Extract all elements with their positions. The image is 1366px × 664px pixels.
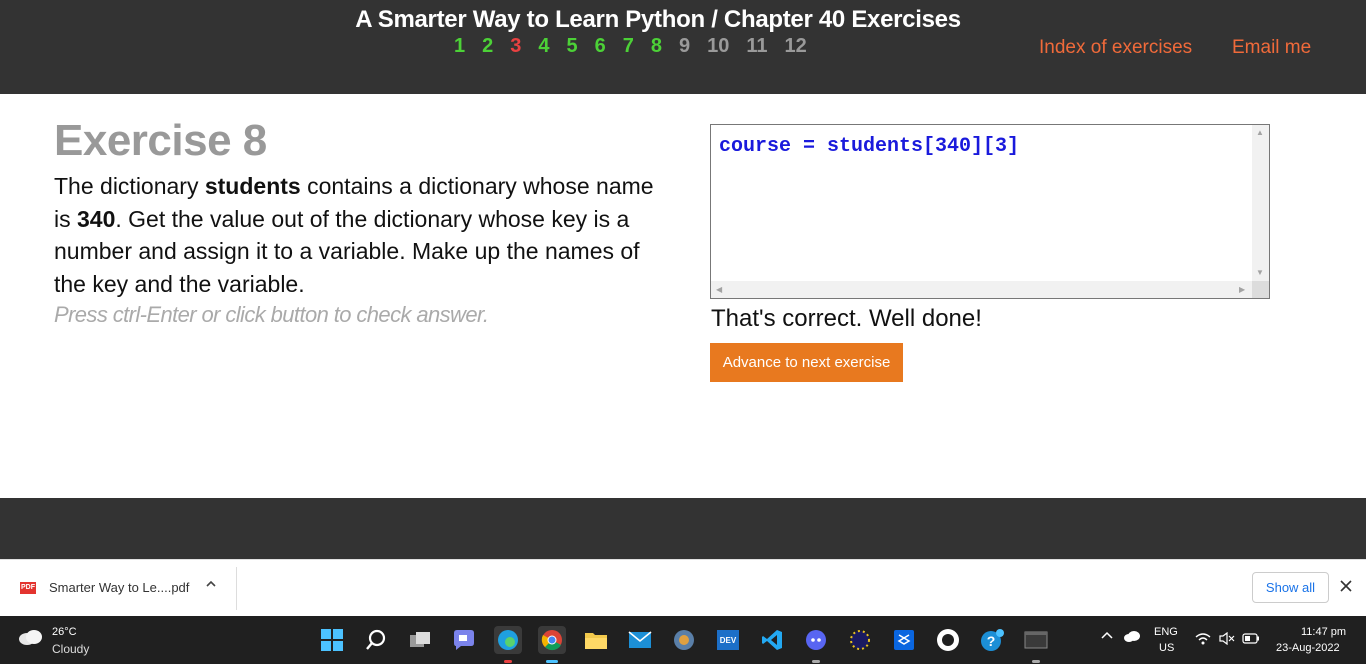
exercise-number-nav: 1 2 3 4 5 6 7 8 9 10 11 12 <box>454 35 824 58</box>
task-view-icon[interactable] <box>406 626 434 654</box>
pdf-file-icon: PDF <box>20 582 36 594</box>
terminal-active-indicator <box>1032 660 1040 663</box>
exercise-number-link[interactable]: 9 <box>679 35 690 58</box>
app-icon[interactable] <box>846 626 874 654</box>
exercise-number-link[interactable]: 12 <box>785 35 807 58</box>
search-icon[interactable] <box>362 626 390 654</box>
page-title-text: A Smarter Way to Learn Python / Chapter … <box>355 6 961 33</box>
exercise-number-link[interactable]: 1 <box>454 35 465 58</box>
exercise-number-link[interactable]: 5 <box>567 35 578 58</box>
clock-time[interactable]: 11:47 pm <box>1301 626 1346 638</box>
exercise-title: Exercise 8 <box>54 116 267 165</box>
page-title: A Smarter Way to Learn Python / Chapter … <box>0 6 1366 34</box>
email-me-link[interactable]: Email me <box>1232 37 1311 59</box>
exercise-number-link[interactable]: 2 <box>482 35 493 58</box>
chrome-icon[interactable] <box>538 626 566 654</box>
vertical-scrollbar[interactable]: ▲ ▼ <box>1252 125 1269 283</box>
svg-text:?: ? <box>987 633 996 649</box>
gallery-icon[interactable] <box>670 626 698 654</box>
horizontal-scrollbar[interactable]: ◀ ▶ <box>711 281 1252 298</box>
weather-temperature[interactable]: 26°C <box>52 626 77 638</box>
mail-icon[interactable] <box>626 626 654 654</box>
speaker-muted-icon[interactable] <box>1219 631 1235 648</box>
dev-icon[interactable]: DEV <box>714 626 742 654</box>
exercise-number-link[interactable]: 8 <box>651 35 662 58</box>
code-text[interactable]: course = students[340][3] <box>719 135 1019 158</box>
discord-icon[interactable] <box>802 626 830 654</box>
discord-active-indicator <box>812 660 820 663</box>
instruction-text: . Get the value out of the dictionary wh… <box>54 205 640 297</box>
teams-chat-icon[interactable] <box>450 626 478 654</box>
language-indicator[interactable]: ENG <box>1154 626 1178 638</box>
battery-icon[interactable] <box>1242 633 1260 647</box>
weather-description[interactable]: Cloudy <box>52 642 89 656</box>
cloud-icon[interactable] <box>18 629 44 645</box>
file-explorer-icon[interactable] <box>582 626 610 654</box>
start-icon[interactable] <box>318 626 346 654</box>
exercise-number-link[interactable]: 4 <box>538 35 549 58</box>
code-editor[interactable]: course = students[340][3] ▲ ▼ ◀ ▶ <box>710 124 1270 299</box>
scroll-right-arrow-icon[interactable]: ▶ <box>1239 286 1245 294</box>
advance-next-exercise-button[interactable]: Advance to next exercise <box>710 343 903 382</box>
scroll-left-arrow-icon[interactable]: ◀ <box>716 286 722 294</box>
instruction-bold-340: 340 <box>77 205 116 232</box>
exercise-hint: Press ctrl-Enter or click button to chec… <box>54 302 489 327</box>
show-all-button[interactable]: Show all <box>1252 572 1329 603</box>
vscode-icon[interactable] <box>758 626 786 654</box>
exercise-instructions: The dictionary students contains a dicti… <box>54 170 654 300</box>
download-file-name[interactable]: Smarter Way to Le....pdf <box>49 580 189 595</box>
edge-active-indicator <box>504 660 512 663</box>
close-icon[interactable] <box>1340 576 1352 597</box>
downloads-bar: PDF Smarter Way to Le....pdf Show all <box>0 559 1366 616</box>
site-footer <box>0 498 1366 559</box>
help-icon[interactable]: ? <box>978 626 1006 654</box>
dropbox-icon[interactable] <box>890 626 918 654</box>
scroll-down-arrow-icon[interactable]: ▼ <box>1256 269 1264 277</box>
instruction-bold-students: students <box>204 173 301 199</box>
exercise-number-link[interactable]: 11 <box>746 35 767 58</box>
exercise-number-link[interactable]: 3 <box>510 35 521 58</box>
scrollbar-corner <box>1252 281 1269 298</box>
clock-date[interactable]: 23-Aug-2022 <box>1276 642 1340 654</box>
github-icon[interactable] <box>934 626 962 654</box>
exercise-number-link[interactable]: 6 <box>595 35 606 58</box>
region-indicator[interactable]: US <box>1159 642 1174 654</box>
instruction-text: The dictionary <box>54 173 205 199</box>
chevron-up-icon[interactable] <box>205 577 217 593</box>
exercise-number-link[interactable]: 7 <box>623 35 634 58</box>
result-message: That's correct. Well done! <box>711 305 982 332</box>
exercise-number-link[interactable]: 10 <box>707 35 729 58</box>
site-header: A Smarter Way to Learn Python / Chapter … <box>0 0 1366 94</box>
onedrive-cloud-icon[interactable] <box>1123 630 1141 645</box>
edge-icon[interactable] <box>494 626 522 654</box>
wifi-icon[interactable] <box>1195 632 1211 648</box>
chevron-up-tray-icon[interactable] <box>1101 630 1113 643</box>
chrome-active-indicator <box>546 660 558 663</box>
windows-taskbar: 26°C Cloudy DEV ? ENG US 11:47 pm 23-Aug… <box>0 616 1366 664</box>
index-of-exercises-link[interactable]: Index of exercises <box>1039 37 1192 59</box>
svg-text:DEV: DEV <box>720 636 737 645</box>
divider <box>236 567 237 610</box>
terminal-icon[interactable] <box>1022 626 1050 654</box>
scroll-up-arrow-icon[interactable]: ▲ <box>1256 129 1264 137</box>
